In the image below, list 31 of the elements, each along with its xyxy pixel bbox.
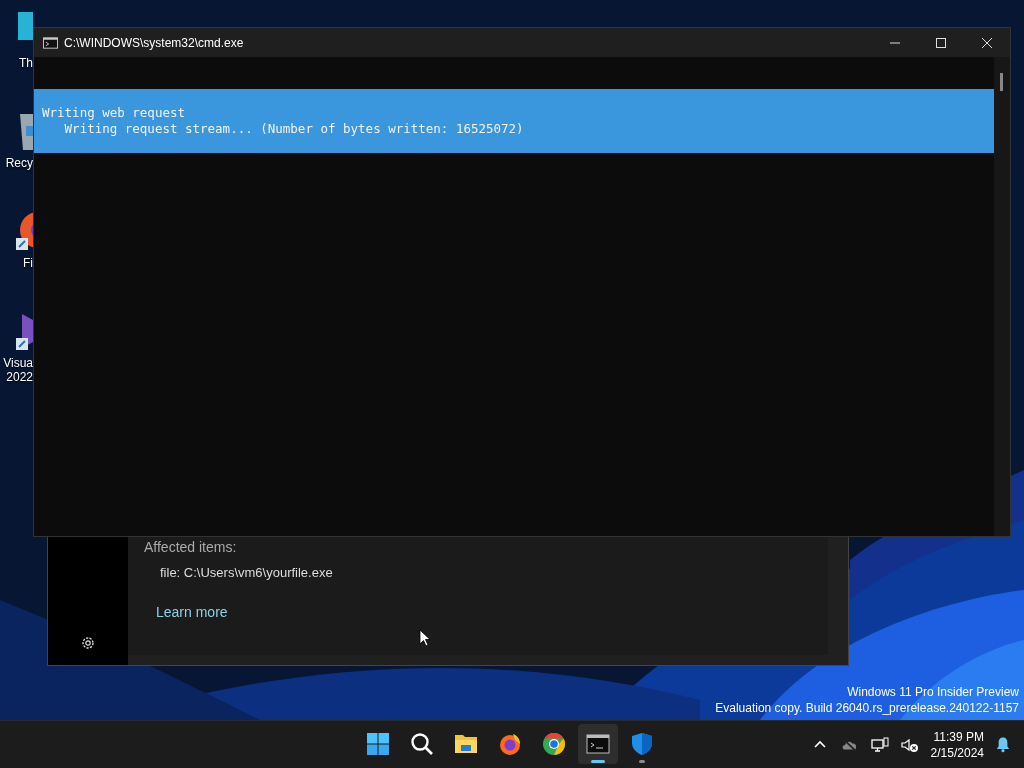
mouse-pointer-icon [419,629,431,647]
section-heading: Affected items: [144,539,237,555]
icon-label: Fi [23,256,33,270]
progress-text: Writing web request [42,105,185,121]
terminal-icon [43,36,58,49]
volume-muted-icon[interactable] [900,736,919,753]
icon-label: Visua 2022 [3,356,33,384]
chrome-icon [542,732,566,756]
progress-text: Writing request stream... (Number of bytes written: 16525072) [63,121,524,137]
file-path: file: C:\Users\vm6\yourfile.exe [160,565,333,580]
firefox-icon [498,732,522,756]
network-icon[interactable] [870,736,889,753]
clock-date[interactable]: 2/15/2024 [930,744,984,761]
bell-icon[interactable] [996,736,1010,753]
shield-icon [630,732,654,756]
learn-more-link[interactable]: Learn more [156,604,228,620]
folder-icon [454,732,478,756]
scrollbar[interactable] [994,57,1010,536]
search-icon [410,732,434,756]
icon-label: Recy [5,156,33,170]
close-icon [981,36,993,49]
maximize-icon [935,36,947,49]
icon-label: Th [19,56,33,70]
build-text: Windows 11 Pro Insider Preview [847,684,1019,700]
clock-time[interactable]: 11:39 PM [933,728,984,745]
terminal-icon [586,732,610,756]
build-text: Evaluation copy. Build 26040.rs_prerelease.240122-1157 [715,700,1019,716]
windows-logo-icon [366,732,390,756]
window-title: C:\WINDOWS\system32\cmd.exe [64,35,244,50]
settings-icon[interactable] [80,635,96,651]
taskbar-app-button[interactable] [578,724,618,764]
